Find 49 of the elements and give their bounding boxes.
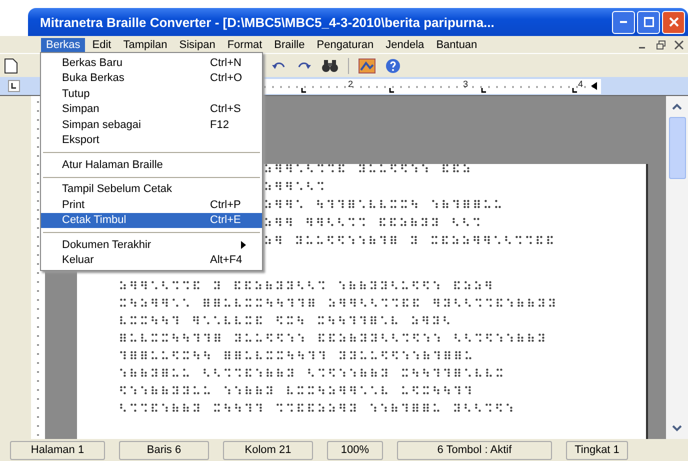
new-document-icon[interactable] xyxy=(4,58,18,74)
menu-item[interactable]: Edit xyxy=(87,38,116,52)
menu-option[interactable]: Keluar Alt+F4 xyxy=(41,252,262,268)
window-title: Mitranetra Braille Converter - [D:\MBC5\MBC5_4-3-2010\berita paripurna... xyxy=(40,14,496,30)
redo-icon[interactable] xyxy=(296,60,312,72)
status-panel: 100% xyxy=(327,440,383,460)
menu-option[interactable]: Buka Berkas Ctrl+O xyxy=(41,70,262,86)
close-button[interactable] xyxy=(662,10,685,34)
close-icon xyxy=(668,17,678,27)
minimize-icon xyxy=(620,21,627,23)
image-icon[interactable] xyxy=(358,58,376,74)
menu-item[interactable]: Tampilan xyxy=(118,38,172,52)
menu-item[interactable]: Bantuan xyxy=(431,38,482,52)
menu-option[interactable]: Dokumen Terakhir xyxy=(41,237,262,252)
vertical-scrollbar[interactable] xyxy=(666,96,688,439)
indent-marker-icon[interactable] xyxy=(591,82,597,90)
menu-option[interactable]: Simpan Ctrl+S xyxy=(41,102,262,117)
minimize-button[interactable] xyxy=(612,10,635,34)
undo-icon[interactable] xyxy=(271,60,287,72)
menu-option[interactable]: Print Ctrl+P xyxy=(41,197,262,212)
close-icon[interactable] xyxy=(674,40,684,50)
help-icon[interactable] xyxy=(385,58,401,74)
status-panel: Tingkat 1 xyxy=(566,440,628,460)
menu-item[interactable]: Berkas xyxy=(41,38,86,52)
maximize-icon xyxy=(644,17,654,27)
menu-option[interactable]: Tampil Sebelum Cetak xyxy=(41,182,262,197)
restore-icon[interactable] xyxy=(656,40,666,50)
ruler-number: 4 xyxy=(578,78,584,88)
status-panel: Halaman 1 xyxy=(10,440,105,460)
menu-option[interactable]: Eksport xyxy=(41,132,262,148)
menu-item[interactable]: Jendela xyxy=(380,38,430,52)
menu-option[interactable]: Cetak Timbul Ctrl+E xyxy=(41,212,262,228)
menu-option[interactable]: Atur Halaman Braille xyxy=(41,157,262,172)
menu-item[interactable]: Sisipan xyxy=(174,38,220,52)
maximize-button[interactable] xyxy=(637,10,660,34)
status-panel: Baris 6 xyxy=(119,440,209,460)
menu-item[interactable]: Pengaturan xyxy=(312,38,379,52)
binoculars-icon[interactable] xyxy=(321,58,339,72)
ruler-number: 2 xyxy=(348,78,354,88)
status-panel: 6 Tombol : Aktif xyxy=(397,440,552,460)
menu-item[interactable]: Format xyxy=(222,38,268,52)
submenu-arrow-icon xyxy=(241,240,246,249)
scrollbar-thumb[interactable] xyxy=(668,117,686,179)
menu-option[interactable]: Tutup xyxy=(41,86,262,102)
status-panel: Kolom 21 xyxy=(223,440,313,460)
ruler-number: 3 xyxy=(463,78,468,88)
menu-option[interactable]: Simpan sebagai F12 xyxy=(41,117,262,132)
tab-stop-icon[interactable] xyxy=(8,80,20,92)
menu-item[interactable]: Braille xyxy=(269,38,310,52)
